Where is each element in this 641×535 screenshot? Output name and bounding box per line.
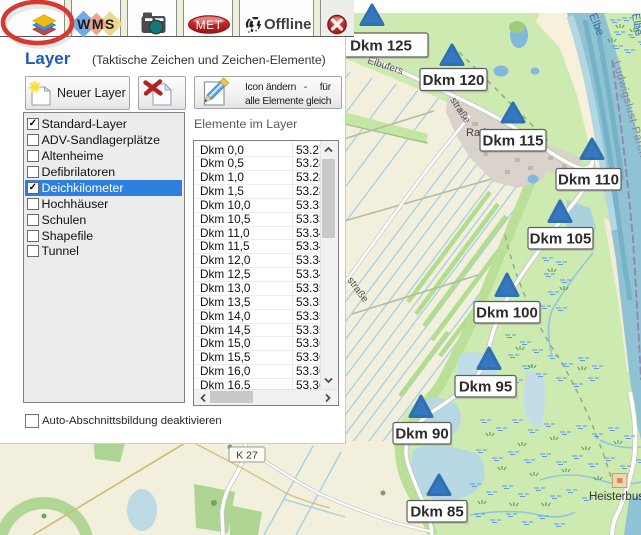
svg-text:Dkm 100: Dkm 100	[476, 305, 538, 322]
svg-text:K 27: K 27	[236, 450, 258, 462]
svg-text:Dkm 120: Dkm 120	[423, 72, 485, 89]
svg-text:Dkm 90: Dkm 90	[395, 426, 448, 443]
svg-text:Dkm 95: Dkm 95	[459, 379, 512, 396]
svg-text:Dkm 85: Dkm 85	[410, 504, 463, 521]
svg-text:Dkm 110: Dkm 110	[558, 172, 619, 189]
svg-text:Heisterbusch: Heisterbusch	[589, 491, 641, 503]
svg-text:Dkm 125: Dkm 125	[350, 38, 412, 55]
svg-text:Dkm 105: Dkm 105	[530, 231, 592, 248]
svg-text:Dkm 115: Dkm 115	[483, 133, 544, 150]
